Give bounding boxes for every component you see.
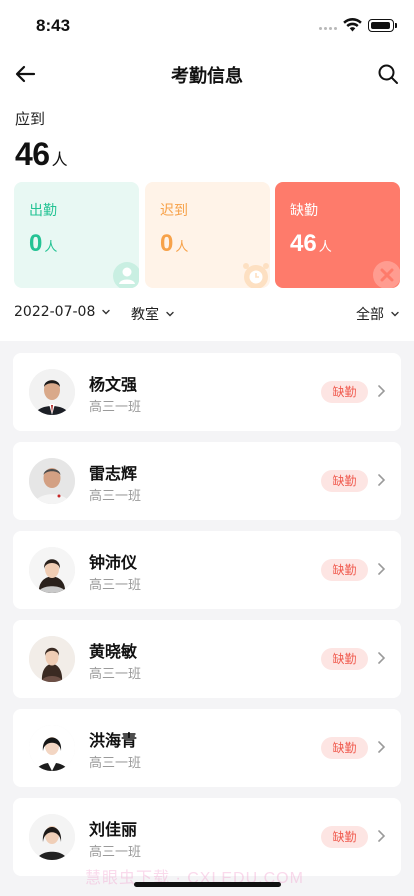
late-value: 0 人 [160, 230, 188, 258]
signal-icon [319, 27, 339, 31]
present-label: 出勤 [29, 203, 57, 219]
person-icon [113, 262, 139, 288]
late-label: 迟到 [160, 203, 188, 219]
avatar [29, 458, 75, 504]
status-time: 8:43 [36, 16, 71, 35]
present-value: 0 人 [29, 230, 57, 258]
search-icon[interactable] [376, 62, 400, 86]
status-badge: 缺勤 [321, 648, 368, 670]
student-row[interactable]: 雷志辉 高三一班 缺勤 [13, 442, 401, 520]
expected-count: 46 人 [15, 136, 68, 172]
absent-label: 缺勤 [290, 203, 318, 219]
student-class: 高三一班 [89, 756, 142, 771]
chevron-right-icon [378, 830, 386, 842]
student-class: 高三一班 [89, 400, 142, 415]
avatar [29, 636, 75, 682]
status-badge: 缺勤 [321, 381, 368, 403]
close-circle-icon [373, 261, 400, 288]
wifi-icon [343, 18, 362, 32]
student-class: 高三一班 [89, 667, 142, 682]
avatar [29, 547, 75, 593]
chevron-right-icon [378, 563, 386, 575]
status-badge: 缺勤 [321, 470, 368, 492]
student-name: 雷志辉 [89, 464, 138, 483]
student-row[interactable]: 钟沛仪 高三一班 缺勤 [13, 531, 401, 609]
battery-tip [395, 23, 397, 28]
student-row[interactable]: 杨文强 高三一班 缺勤 [13, 353, 401, 431]
chevron-right-icon [378, 385, 386, 397]
expected-number: 46 [15, 136, 50, 172]
expected-unit: 人 [51, 150, 68, 169]
nav-bar: 考勤信息 [0, 50, 414, 98]
battery-icon [368, 19, 394, 32]
student-row[interactable]: 黄晓敏 高三一班 缺勤 [13, 620, 401, 698]
present-card[interactable]: 出勤 0 人 [14, 182, 139, 288]
status-badge: 缺勤 [321, 737, 368, 759]
student-name: 洪海青 [89, 731, 138, 750]
room-filter[interactable]: 教室 [131, 304, 175, 324]
student-name: 黄晓敏 [89, 642, 138, 661]
present-count: 0 [29, 230, 43, 257]
avatar [29, 369, 75, 415]
page-title: 考勤信息 [171, 66, 243, 87]
chevron-down-icon [391, 311, 399, 317]
student-class: 高三一班 [89, 489, 142, 504]
date-filter[interactable]: 2022-07-08 [14, 304, 111, 320]
filter-bar: 2022-07-08 教室 全部 [0, 300, 414, 328]
avatar [29, 725, 75, 771]
avatar [29, 814, 75, 860]
scope-filter[interactable]: 全部 [356, 304, 400, 324]
student-row[interactable]: 洪海青 高三一班 缺勤 [13, 709, 401, 787]
student-name: 钟沛仪 [89, 553, 138, 572]
absent-card[interactable]: 缺勤 46 人 [275, 182, 400, 288]
late-card[interactable]: 迟到 0 人 [145, 182, 270, 288]
status-badge: 缺勤 [321, 559, 368, 581]
late-count: 0 [160, 230, 174, 257]
student-name: 刘佳丽 [89, 820, 138, 839]
chevron-right-icon [378, 474, 386, 486]
late-unit: 人 [175, 240, 189, 255]
chevron-right-icon [378, 652, 386, 664]
date-filter-label: 2022-07-08 [14, 304, 96, 320]
status-bar: 8:43 [0, 0, 414, 50]
student-class: 高三一班 [89, 578, 142, 593]
student-name: 杨文强 [89, 375, 138, 394]
home-indicator [134, 882, 281, 887]
room-filter-label: 教室 [131, 307, 159, 323]
absent-count: 46 [290, 230, 317, 257]
absent-unit: 人 [318, 240, 332, 255]
scope-filter-label: 全部 [356, 307, 384, 323]
expected-label: 应到 [15, 110, 46, 128]
absent-value: 46 人 [290, 230, 332, 258]
student-class: 高三一班 [89, 845, 142, 860]
present-unit: 人 [44, 240, 58, 255]
chevron-down-icon [102, 309, 111, 315]
status-badge: 缺勤 [321, 826, 368, 848]
alarm-clock-icon [243, 263, 269, 288]
chevron-down-icon [166, 311, 174, 317]
chevron-right-icon [378, 741, 386, 753]
